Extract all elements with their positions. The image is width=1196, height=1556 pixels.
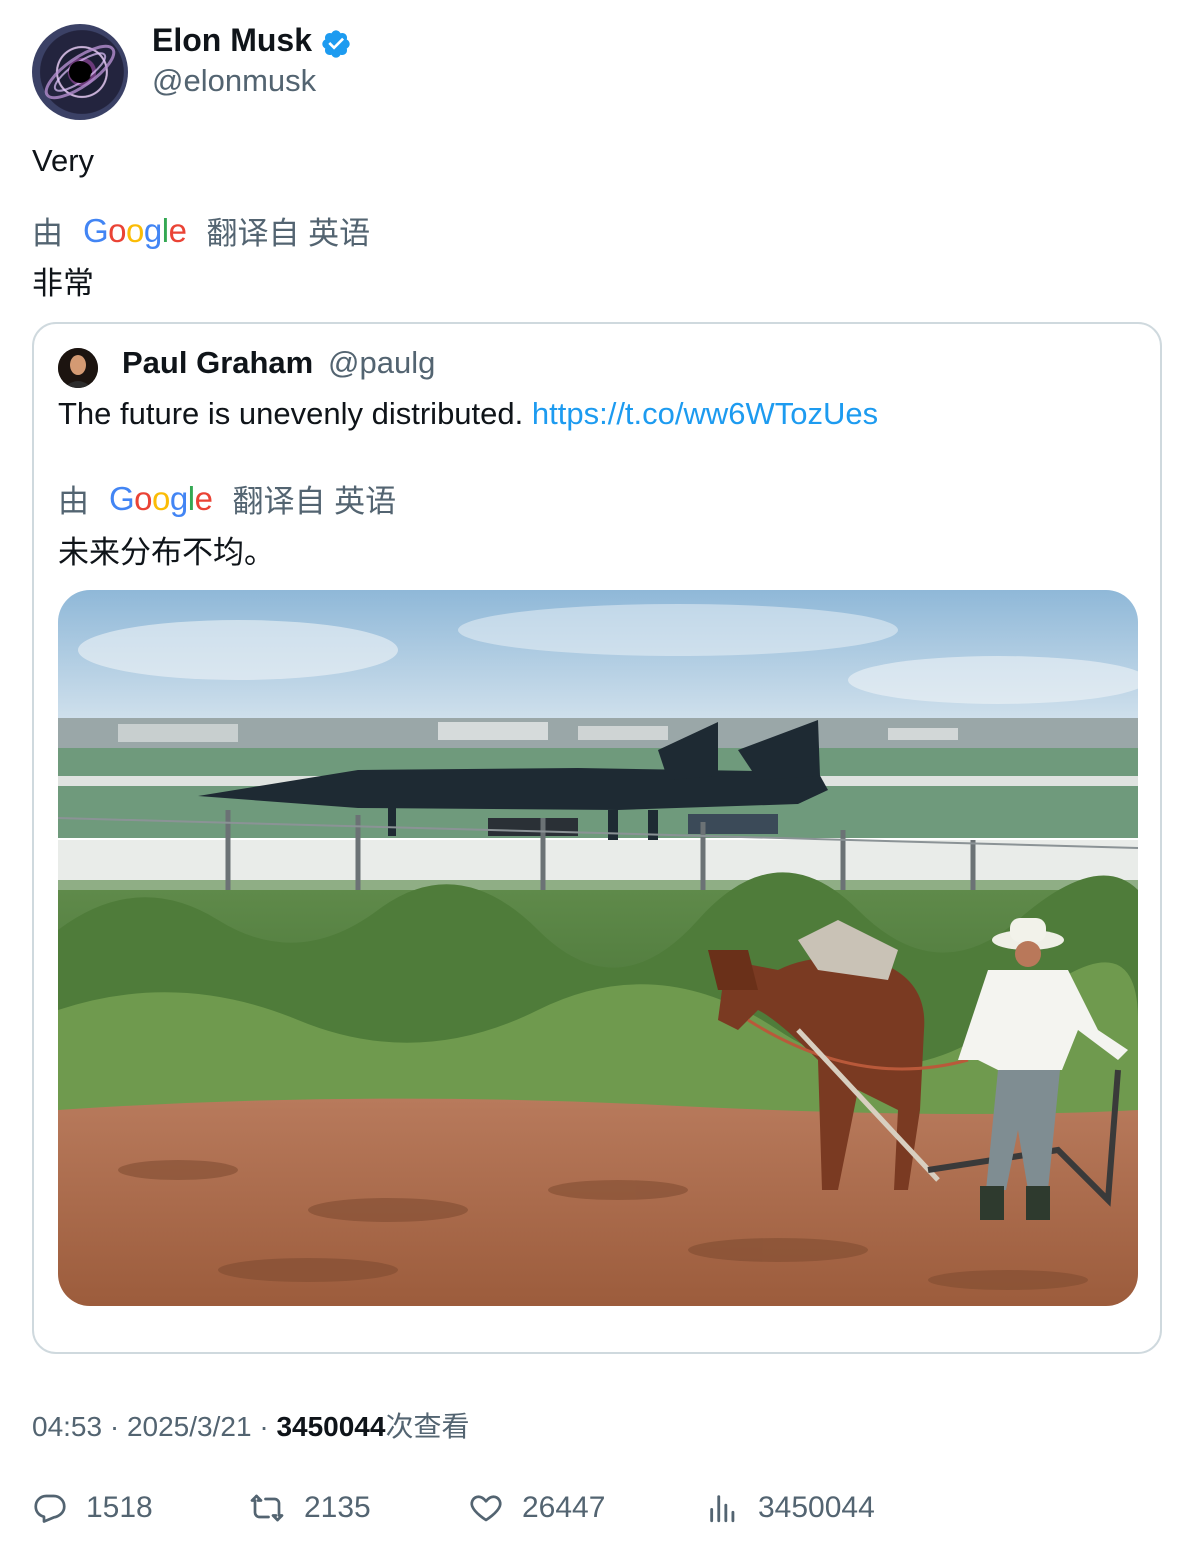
meta-separator: · <box>109 1411 120 1442</box>
person-portrait-icon <box>58 348 98 388</box>
analytics-bar-icon <box>710 1495 735 1523</box>
author-name[interactable]: Elon Musk <box>152 22 312 59</box>
sr71-farmer-photo <box>58 590 1138 1306</box>
verified-badge-icon <box>322 30 350 58</box>
views-count-action: 3450044 <box>758 1491 875 1524</box>
translated-text: 非常 <box>32 266 94 301</box>
translation-suffix: 翻译自 英语 <box>206 216 371 251</box>
like-count: 26447 <box>522 1491 606 1524</box>
translation-attribution: 由 Google 翻译自 英语 <box>32 208 370 253</box>
quote-photo[interactable] <box>58 590 1138 1306</box>
author-avatar[interactable] <box>32 24 128 120</box>
quote-text: The future is unevenly distributed. <box>58 396 524 431</box>
google-logo: Google <box>83 211 187 249</box>
quote-text-line: The future is unevenly distributed. http… <box>58 396 878 432</box>
retweet-icon <box>250 1494 284 1522</box>
quote-translation-prefix: 由 <box>58 484 89 519</box>
reply-count: 1518 <box>86 1491 153 1524</box>
quote-author-name: Paul Graham <box>122 345 314 380</box>
tweet-text: Very <box>32 143 95 178</box>
quote-translated-text: 未来分布不均。 <box>58 535 275 570</box>
retweet-button[interactable]: 2135 <box>248 1490 371 1526</box>
black-hole-icon <box>44 44 116 100</box>
google-logo: Google <box>109 479 213 517</box>
heart-icon <box>470 1495 502 1522</box>
meta-separator: · <box>259 1411 269 1442</box>
reply-icon <box>34 1494 66 1523</box>
views-count: 3450044 <box>276 1411 386 1442</box>
quote-link[interactable]: https://t.co/ww6WTozUes <box>532 396 878 431</box>
tweet-date[interactable]: 2025/3/21 <box>127 1411 252 1442</box>
reply-button[interactable]: 1518 <box>32 1490 153 1526</box>
author-handle[interactable]: @elonmusk <box>152 63 316 99</box>
quote-translation-attribution: 由 Google 翻译自 英语 <box>58 476 396 521</box>
quote-author-avatar <box>58 348 98 388</box>
translation-prefix: 由 <box>32 216 63 251</box>
tweet-meta: 04:53 · 2025/3/21 · 3450044次查看 <box>32 1405 469 1445</box>
like-button[interactable]: 26447 <box>468 1490 605 1526</box>
views-label: 次查看 <box>385 1411 470 1442</box>
quote-translation-suffix: 翻译自 英语 <box>232 484 397 519</box>
retweet-count: 2135 <box>304 1491 371 1524</box>
quote-author-handle: @paulg <box>328 345 436 380</box>
views-button[interactable]: 3450044 <box>706 1490 875 1526</box>
tweet-time[interactable]: 04:53 <box>32 1411 102 1442</box>
